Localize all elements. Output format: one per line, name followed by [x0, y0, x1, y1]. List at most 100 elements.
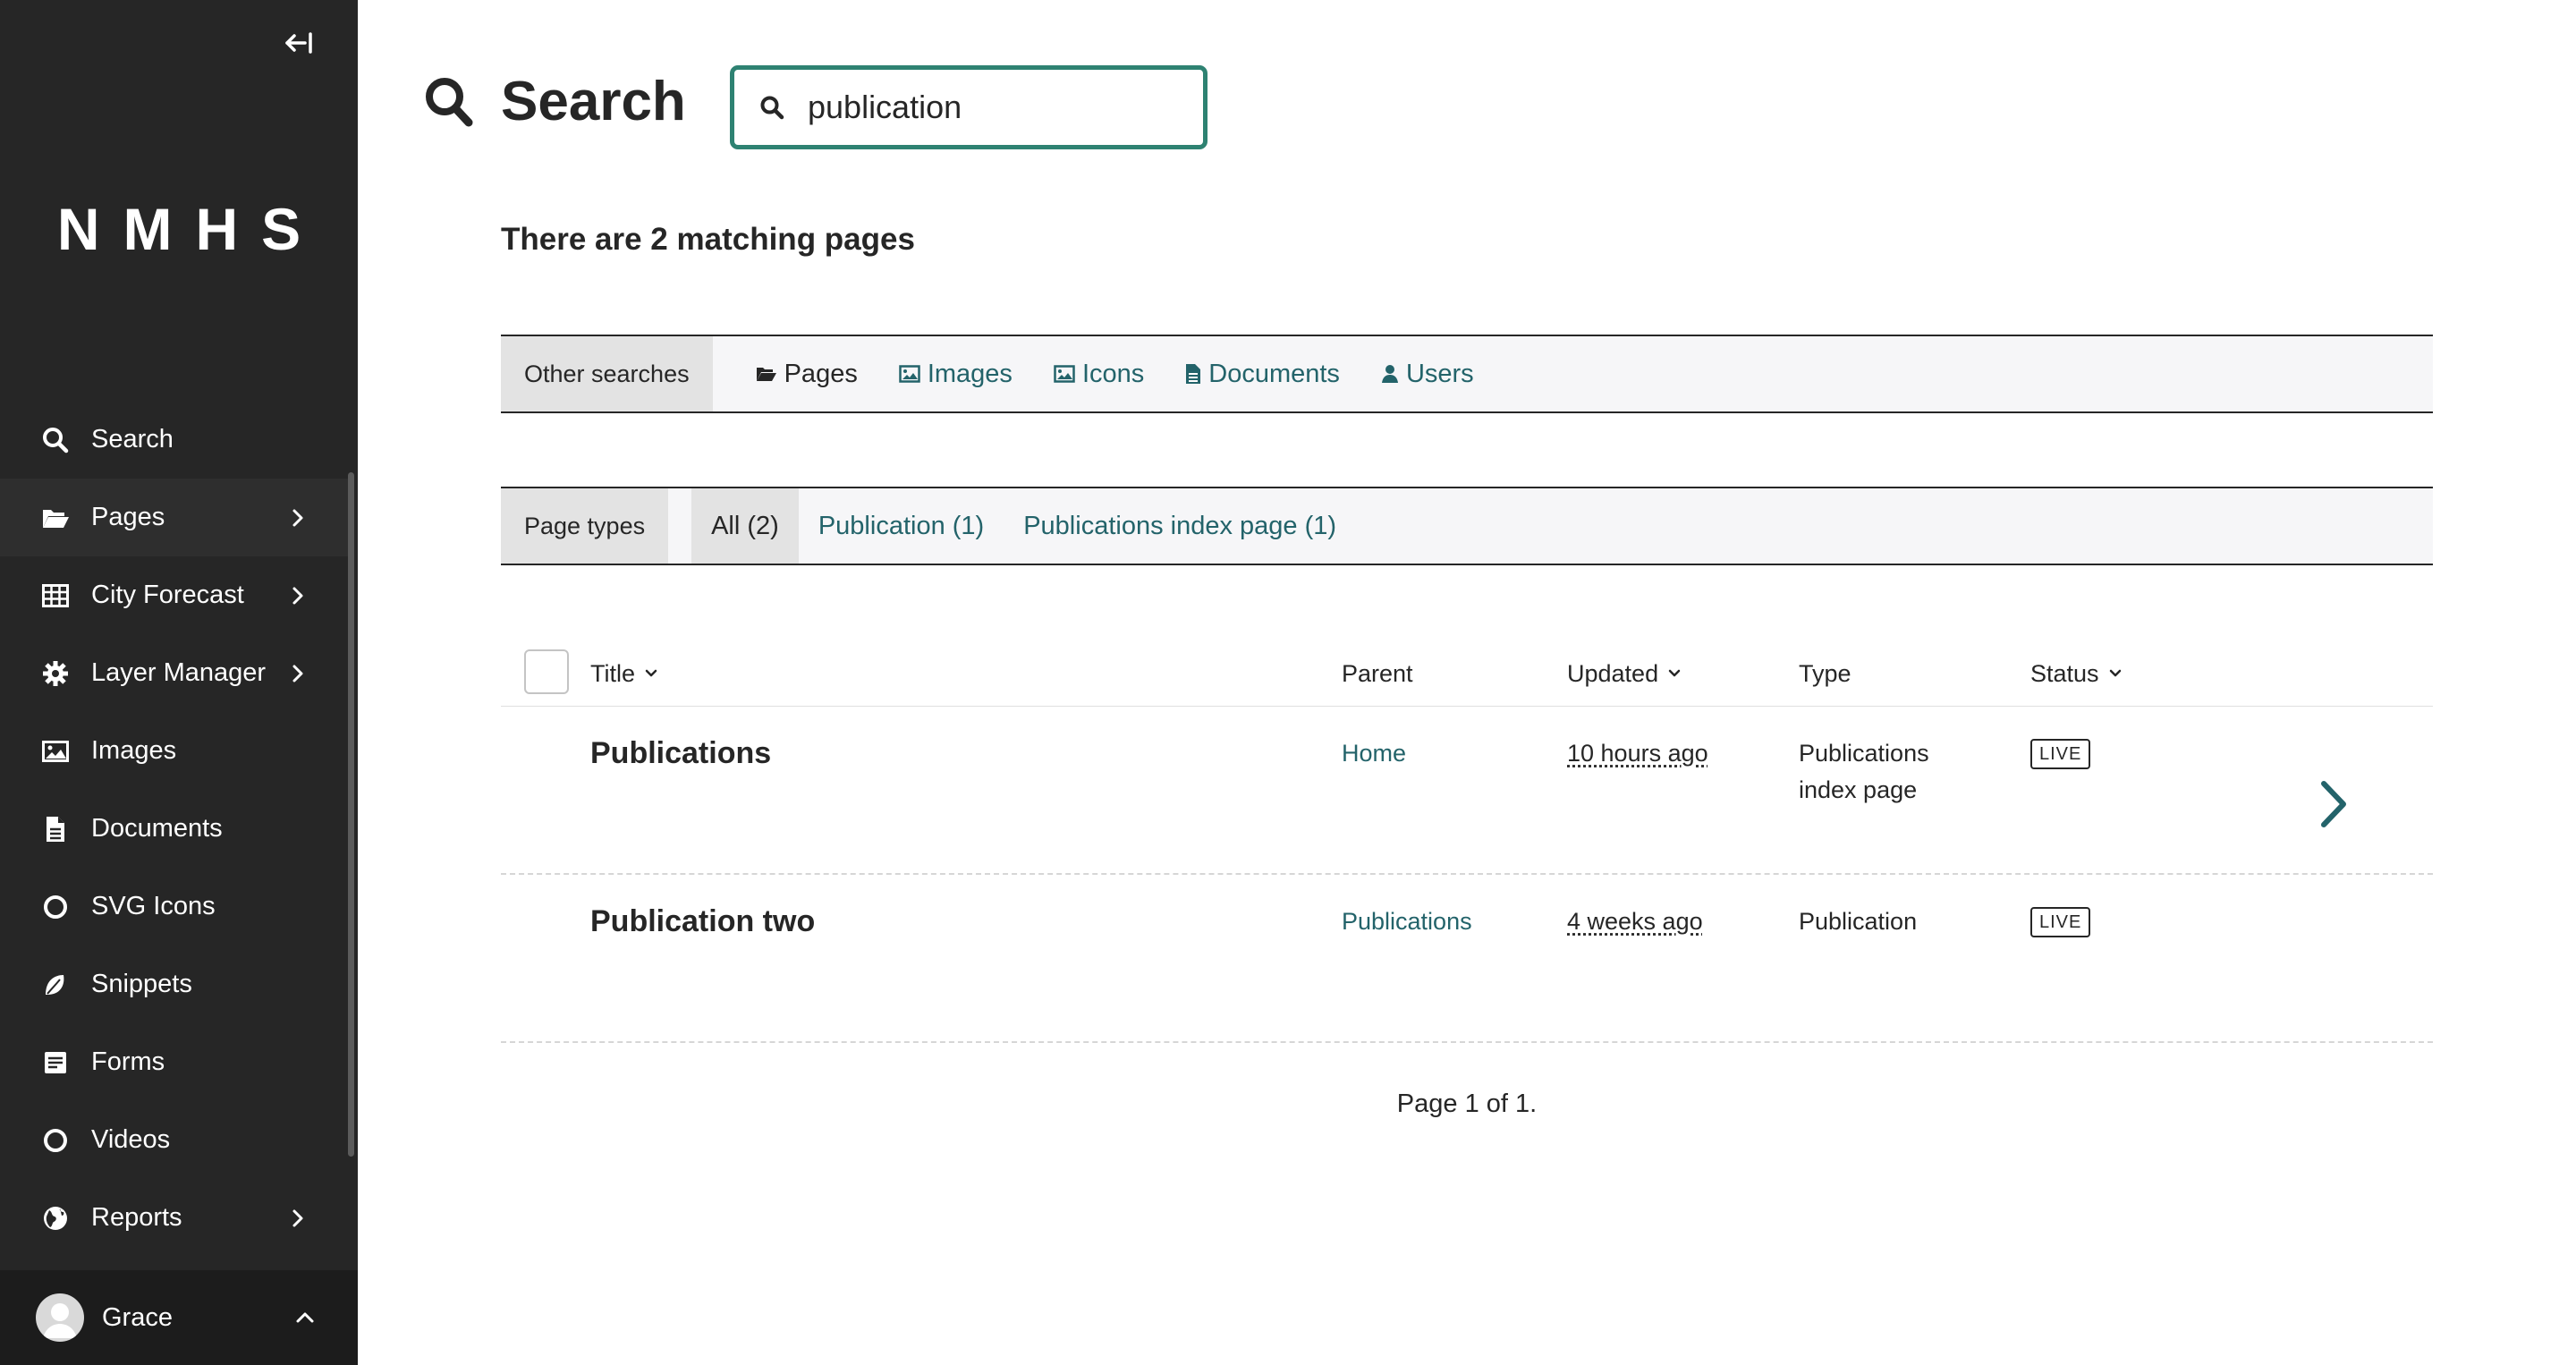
page-types-bar: Page types All (2) Publication (1) Publi…: [501, 487, 2433, 565]
sidebar: NMHS Search Pages City Forecast Layer Ma…: [0, 0, 358, 1365]
other-searches-label: Other searches: [501, 336, 713, 411]
other-search-label: Users: [1405, 359, 1474, 388]
other-search-label: Images: [927, 359, 1013, 388]
sidebar-item-label: Images: [91, 736, 177, 765]
column-label: Title: [590, 659, 636, 687]
other-search-icons-link[interactable]: Icons: [1054, 360, 1144, 389]
results-table: Title Parent Updated Type Status Publica…: [501, 640, 2433, 1043]
select-all-checkbox[interactable]: [524, 649, 569, 694]
image-icon: [1054, 365, 1075, 383]
globe-icon: [39, 1202, 72, 1234]
pagination: Page 1 of 1.: [1396, 1089, 1538, 1118]
chevron-right-icon[interactable]: [2317, 778, 2349, 830]
sidebar-item-search[interactable]: Search: [0, 401, 351, 479]
status-badge: LIVE: [2030, 739, 2091, 769]
image-icon: [899, 365, 920, 383]
row-type: Publication: [1799, 908, 1918, 935]
column-status[interactable]: Status: [2030, 640, 2123, 707]
table-row: Publication two Publications 4 weeks ago…: [501, 875, 2433, 1043]
page-type-tab-publications-index[interactable]: Publications index page (1): [1004, 488, 1356, 564]
row-title-link[interactable]: Publication two: [590, 904, 815, 938]
other-search-images-link[interactable]: Images: [899, 360, 1013, 389]
sidebar-item-videos[interactable]: Videos: [0, 1101, 351, 1179]
cog-icon: [39, 657, 72, 690]
column-type: Type: [1799, 640, 1852, 707]
other-search-users-link[interactable]: Users: [1381, 360, 1474, 389]
search-input[interactable]: [808, 89, 1183, 126]
row-parent-link[interactable]: Home: [1342, 740, 1406, 767]
other-search-label: Pages: [784, 359, 858, 388]
sidebar-item-layer-manager[interactable]: Layer Manager: [0, 634, 351, 712]
search-icon: [426, 77, 473, 126]
search-icon: [39, 424, 72, 456]
other-searches-bar: Other searches Pages Images Icons Docume…: [501, 335, 2433, 413]
page-header: Search: [424, 70, 686, 133]
collapse-sidebar-button[interactable]: [279, 27, 318, 59]
column-label: Type: [1799, 659, 1852, 687]
avatar: [36, 1293, 84, 1342]
sidebar-item-reports[interactable]: Reports: [0, 1179, 351, 1257]
table-row: Publications Home 10 hours ago Publicati…: [501, 707, 2433, 875]
folder-icon: [756, 365, 777, 383]
sidebar-item-label: Snippets: [91, 970, 192, 998]
sidebar-item-forms[interactable]: Forms: [0, 1023, 351, 1101]
row-updated: 4 weeks ago: [1567, 908, 1703, 935]
image-icon: [39, 735, 72, 767]
results-count: There are 2 matching pages: [501, 222, 915, 257]
chevron-down-icon: [1667, 669, 1682, 678]
column-title[interactable]: Title: [590, 640, 658, 707]
column-updated[interactable]: Updated: [1567, 640, 1682, 707]
chevron-right-icon: [292, 665, 303, 682]
column-parent: Parent: [1342, 640, 1413, 707]
other-search-documents-link[interactable]: Documents: [1185, 360, 1340, 389]
column-label: Updated: [1567, 659, 1659, 687]
circle-icon: [39, 1124, 72, 1157]
chevron-up-icon: [296, 1312, 314, 1323]
chevron-right-icon: [292, 587, 303, 604]
user-name: Grace: [102, 1302, 173, 1332]
sidebar-item-pages[interactable]: Pages: [0, 479, 351, 556]
sidebar-item-documents[interactable]: Documents: [0, 790, 351, 868]
row-type: index page: [1799, 776, 1918, 803]
sidebar-item-label: City Forecast: [91, 581, 244, 609]
page-types-label: Page types: [501, 488, 669, 564]
account-menu-toggle[interactable]: Grace: [0, 1270, 358, 1365]
row-title-link[interactable]: Publications: [590, 736, 771, 770]
sidebar-item-label: SVG Icons: [91, 892, 216, 920]
table-header: Title Parent Updated Type Status: [501, 640, 2433, 707]
sidebar-item-label: Documents: [91, 814, 223, 843]
row-parent-link[interactable]: Publications: [1342, 908, 1472, 935]
chevron-right-icon: [292, 509, 303, 526]
sidebar-item-label: Forms: [91, 1047, 165, 1076]
sidebar-item-snippets[interactable]: Snippets: [0, 945, 351, 1023]
snippet-icon: [39, 969, 72, 1001]
user-icon: [1381, 364, 1399, 384]
page-title: Search: [501, 71, 686, 132]
sidebar-scrollbar[interactable]: [348, 472, 354, 1157]
sidebar-item-label: Search: [91, 425, 174, 454]
column-label: Status: [2030, 659, 2099, 687]
chevron-down-icon: [644, 669, 658, 678]
circle-icon: [39, 891, 72, 923]
site-logo[interactable]: NMHS: [0, 195, 358, 263]
sidebar-item-label: Reports: [91, 1203, 182, 1232]
page-type-tab-publication[interactable]: Publication (1): [799, 488, 1004, 564]
main-nav: Search Pages City Forecast Layer Manager: [0, 401, 351, 1257]
other-search-label: Icons: [1081, 359, 1145, 388]
chevron-right-icon: [292, 1209, 303, 1226]
other-search-pages-link[interactable]: Pages: [756, 360, 858, 389]
sidebar-item-city-forecast[interactable]: City Forecast: [0, 556, 351, 634]
table-icon: [39, 580, 72, 612]
sidebar-item-label: Layer Manager: [91, 658, 267, 687]
row-type: Publications: [1799, 740, 1929, 767]
sidebar-item-label: Pages: [91, 503, 165, 531]
sidebar-item-svg-icons[interactable]: SVG Icons: [0, 868, 351, 945]
sidebar-item-images[interactable]: Images: [0, 712, 351, 790]
page-type-tab-all[interactable]: All (2): [691, 488, 799, 564]
sidebar-item-label: Videos: [91, 1125, 171, 1154]
document-icon: [39, 813, 72, 845]
column-label: Parent: [1342, 659, 1413, 687]
search-field[interactable]: [730, 65, 1208, 149]
form-icon: [39, 1047, 72, 1079]
document-icon: [1185, 363, 1201, 385]
